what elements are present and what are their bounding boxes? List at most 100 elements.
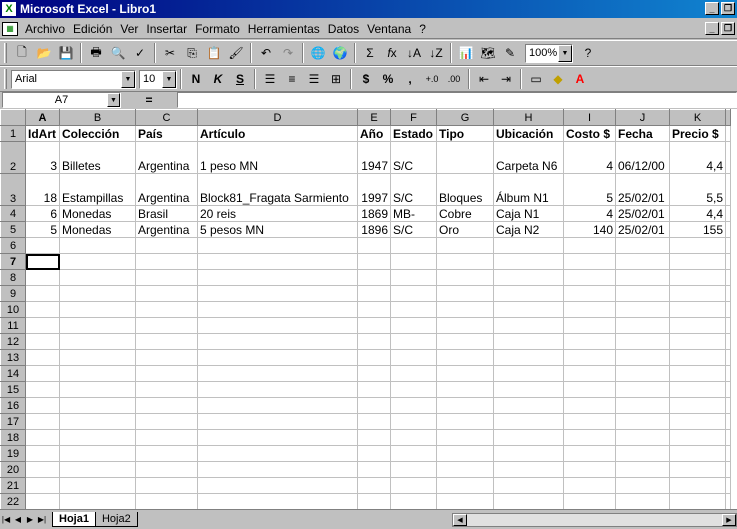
- print-preview-icon[interactable]: 🔍: [107, 42, 129, 64]
- column-header-g[interactable]: G: [436, 109, 494, 126]
- decrease-decimal-icon[interactable]: .00: [443, 68, 465, 90]
- undo-icon[interactable]: ↶: [255, 42, 277, 64]
- redo-icon[interactable]: ↷: [277, 42, 299, 64]
- cell[interactable]: [390, 237, 437, 254]
- cell[interactable]: [669, 301, 726, 318]
- cell[interactable]: [390, 285, 437, 302]
- web-toolbar-icon[interactable]: 🌍: [329, 42, 351, 64]
- cell[interactable]: [135, 365, 198, 382]
- bold-icon[interactable]: N: [185, 68, 207, 90]
- cell[interactable]: [493, 381, 564, 398]
- row-header[interactable]: 13: [0, 349, 26, 366]
- sort-ascending-icon[interactable]: ↓A: [403, 42, 425, 64]
- cell[interactable]: Colección: [59, 125, 136, 142]
- cell[interactable]: [436, 333, 494, 350]
- column-header-d[interactable]: D: [197, 109, 358, 126]
- cell[interactable]: [563, 301, 616, 318]
- cell[interactable]: [493, 285, 564, 302]
- cell[interactable]: Argentina: [135, 173, 198, 206]
- cell[interactable]: [563, 365, 616, 382]
- workbook-icon[interactable]: ▦: [2, 21, 18, 36]
- menu-edicion[interactable]: Edición: [69, 22, 116, 36]
- cell[interactable]: [25, 493, 60, 509]
- cell[interactable]: [436, 253, 494, 270]
- percent-icon[interactable]: %: [377, 68, 399, 90]
- row-header[interactable]: 2: [0, 141, 26, 174]
- cell[interactable]: [357, 253, 391, 270]
- decrease-indent-icon[interactable]: ⇤: [473, 68, 495, 90]
- cell[interactable]: [25, 333, 60, 350]
- cell[interactable]: [493, 365, 564, 382]
- cell[interactable]: [725, 317, 731, 334]
- cell[interactable]: [615, 301, 670, 318]
- cell[interactable]: [615, 349, 670, 366]
- prev-sheet-button[interactable]: ◀: [12, 513, 24, 527]
- cell[interactable]: [135, 285, 198, 302]
- row-header[interactable]: 9: [0, 285, 26, 302]
- merge-center-icon[interactable]: ⊞: [325, 68, 347, 90]
- cell[interactable]: [135, 429, 198, 446]
- cell[interactable]: [563, 413, 616, 430]
- cell[interactable]: [390, 429, 437, 446]
- cell[interactable]: [59, 397, 136, 414]
- cell[interactable]: 4,4: [669, 141, 726, 174]
- cell[interactable]: Caja N1: [493, 205, 564, 222]
- cell[interactable]: [669, 461, 726, 478]
- cell[interactable]: [357, 365, 391, 382]
- cell[interactable]: [25, 253, 60, 270]
- cell[interactable]: [615, 477, 670, 494]
- cell[interactable]: [725, 269, 731, 286]
- cell[interactable]: [436, 381, 494, 398]
- select-all-corner[interactable]: [0, 109, 26, 126]
- name-box[interactable]: A7 ▼: [2, 92, 121, 108]
- cell[interactable]: [390, 333, 437, 350]
- cell[interactable]: [669, 477, 726, 494]
- last-sheet-button[interactable]: ▶|: [36, 513, 48, 527]
- print-icon[interactable]: 🖶: [85, 42, 107, 64]
- row-header[interactable]: 22: [0, 493, 26, 509]
- excel-icon[interactable]: X: [2, 2, 16, 16]
- cell[interactable]: [357, 349, 391, 366]
- cell[interactable]: [563, 285, 616, 302]
- column-header-f[interactable]: F: [390, 109, 437, 126]
- cell[interactable]: [563, 269, 616, 286]
- cell[interactable]: [615, 461, 670, 478]
- cell[interactable]: 6: [25, 205, 60, 222]
- cell[interactable]: [357, 317, 391, 334]
- column-header-a[interactable]: A: [25, 109, 60, 126]
- cell[interactable]: [436, 365, 494, 382]
- row-header[interactable]: 1: [0, 125, 26, 142]
- cell[interactable]: [357, 301, 391, 318]
- cell[interactable]: [563, 253, 616, 270]
- cell[interactable]: [493, 333, 564, 350]
- cell[interactable]: [669, 413, 726, 430]
- cell[interactable]: [493, 429, 564, 446]
- cell[interactable]: [669, 349, 726, 366]
- cell[interactable]: [59, 269, 136, 286]
- cell[interactable]: [493, 269, 564, 286]
- cell[interactable]: [197, 285, 358, 302]
- scroll-right-icon[interactable]: ▶: [722, 514, 736, 526]
- cell[interactable]: [725, 429, 731, 446]
- cell[interactable]: [197, 397, 358, 414]
- cell[interactable]: [725, 205, 731, 222]
- cell[interactable]: [135, 317, 198, 334]
- cell[interactable]: 5 pesos MN: [197, 221, 358, 238]
- cell[interactable]: [725, 301, 731, 318]
- cell[interactable]: [25, 397, 60, 414]
- restore-button[interactable]: ❐: [721, 2, 735, 15]
- cell[interactable]: [135, 253, 198, 270]
- row-header[interactable]: 8: [0, 269, 26, 286]
- office-assistant-icon[interactable]: ?: [577, 42, 599, 64]
- cell[interactable]: 1869: [357, 205, 391, 222]
- cell[interactable]: 155: [669, 221, 726, 238]
- cell[interactable]: [197, 253, 358, 270]
- chart-wizard-icon[interactable]: 📊: [455, 42, 477, 64]
- cell[interactable]: [390, 413, 437, 430]
- cell[interactable]: [615, 285, 670, 302]
- cell[interactable]: Tipo: [436, 125, 494, 142]
- cell[interactable]: Artículo: [197, 125, 358, 142]
- cell[interactable]: S/C: [390, 173, 437, 206]
- row-header[interactable]: 3: [0, 173, 26, 206]
- first-sheet-button[interactable]: |◀: [0, 513, 12, 527]
